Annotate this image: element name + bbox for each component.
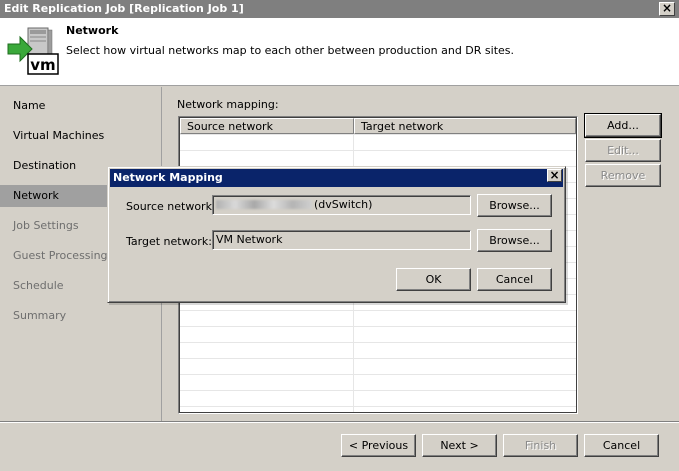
window-close-button[interactable]: ×: [659, 2, 675, 16]
redacted-text: [216, 200, 312, 209]
target-network-field[interactable]: VM Network: [212, 230, 471, 250]
source-network-suffix: (dvSwitch): [314, 198, 373, 211]
step-virtual-machines[interactable]: Virtual Machines: [0, 125, 161, 147]
step-name[interactable]: Name: [0, 95, 161, 117]
source-network-label: Source network:: [126, 200, 216, 213]
edit-button[interactable]: Edit...: [585, 139, 661, 162]
vm-server-arrow-icon: vm: [7, 27, 59, 75]
target-network-label: Target network:: [126, 235, 212, 248]
column-source-network[interactable]: Source network: [180, 118, 354, 134]
dialog-title: Network Mapping: [113, 171, 223, 184]
page-description: Select how virtual networks map to each …: [66, 44, 515, 57]
wizard-header: vm Network Select how virtual networks m…: [0, 18, 679, 86]
close-icon: ×: [549, 168, 560, 182]
dialog-titlebar: Network Mapping: [110, 169, 563, 187]
source-network-field[interactable]: (dvSwitch): [212, 195, 471, 215]
previous-button[interactable]: < Previous: [341, 434, 416, 457]
source-browse-button[interactable]: Browse...: [477, 194, 552, 217]
remove-button[interactable]: Remove: [585, 164, 661, 187]
ok-button[interactable]: OK: [396, 268, 471, 291]
dialog-cancel-button[interactable]: Cancel: [477, 268, 552, 291]
target-browse-button[interactable]: Browse...: [477, 229, 552, 252]
vm-icon-label: vm: [30, 56, 55, 74]
step-summary[interactable]: Summary: [0, 305, 161, 327]
cancel-button[interactable]: Cancel: [584, 434, 659, 457]
table-header: Source network Target network: [180, 118, 576, 134]
finish-button[interactable]: Finish: [503, 434, 578, 457]
column-target-network[interactable]: Target network: [354, 118, 576, 134]
network-mapping-label: Network mapping:: [177, 98, 279, 111]
next-button[interactable]: Next >: [422, 434, 497, 457]
dialog-close-button[interactable]: ×: [547, 169, 562, 182]
window-titlebar: Edit Replication Job [Replication Job 1]: [0, 0, 679, 18]
close-icon: ×: [661, 1, 673, 15]
page-title: Network: [66, 24, 119, 37]
add-button[interactable]: Add...: [584, 113, 662, 138]
network-mapping-dialog: Network Mapping × Source network: (dvSwi…: [107, 166, 566, 303]
footer-separator: [0, 421, 679, 423]
window-title: Edit Replication Job [Replication Job 1]: [4, 2, 244, 15]
